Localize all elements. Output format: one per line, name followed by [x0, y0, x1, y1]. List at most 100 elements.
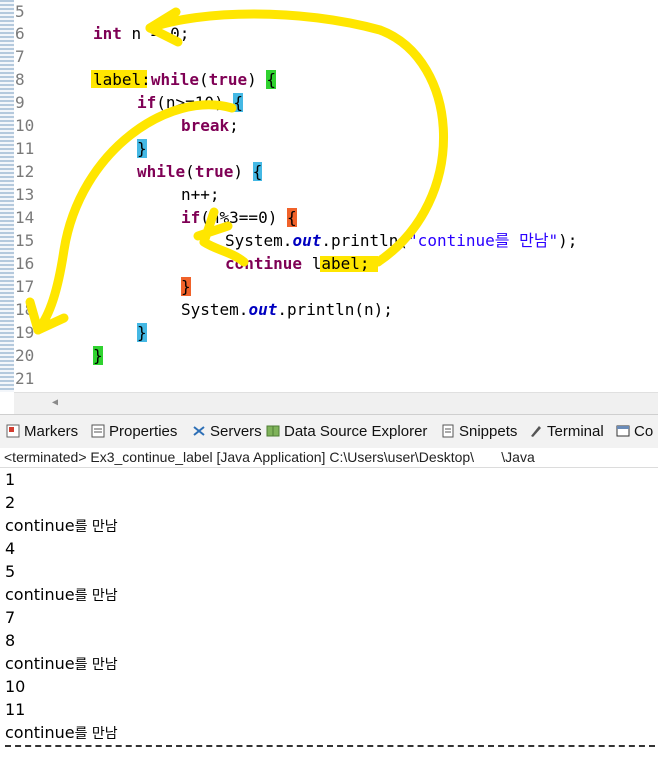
console-line: 4	[5, 537, 15, 560]
code-text: )	[233, 162, 253, 181]
console-header: <terminated> Ex3_continue_label [Java Ap…	[0, 448, 658, 468]
tab-properties[interactable]: Properties	[91, 421, 177, 443]
console-line: 5	[5, 560, 15, 583]
code-line: int n = 0;	[93, 22, 189, 45]
code-text: ;	[359, 254, 370, 273]
keyword: while	[150, 70, 199, 89]
keyword: int	[93, 24, 122, 43]
console-icon	[616, 425, 630, 437]
console-line: continue를 만남	[5, 514, 118, 539]
bracket-marker: {	[252, 162, 263, 181]
scroll-left-icon[interactable]: ◀	[52, 397, 58, 408]
views-tab-bar: Markers Properties Servers Data Source E…	[0, 414, 658, 449]
code-text: n++;	[181, 185, 220, 204]
code-line: System.out.println(n);	[181, 298, 393, 321]
bracket-marker: {	[286, 208, 297, 227]
console-line: 7	[5, 606, 15, 629]
code-text: (	[185, 162, 195, 181]
console-separator	[5, 745, 655, 747]
console-text: 10	[5, 677, 26, 696]
console-text: 를 만남	[74, 657, 118, 673]
tab-label: Data Source Explorer	[284, 423, 428, 440]
code-line: if(n>=10) {	[137, 91, 243, 114]
code-line: label:while(true) {	[93, 68, 277, 91]
code-editor[interactable]: 5 6 7 8 9 10 11 12 13 14 15 16 17 18 19 …	[0, 0, 658, 392]
console-line: 1	[5, 468, 15, 491]
tab-label: Co	[634, 423, 654, 440]
code-text: .println(	[321, 231, 409, 250]
code-text: )	[247, 70, 267, 89]
tab-data-source-explorer[interactable]: Data Source Explorer	[266, 421, 427, 443]
code-text: System.	[225, 231, 293, 250]
code-text: .println(n);	[277, 300, 393, 319]
tab-label: Snippets	[459, 423, 518, 440]
console-text: continue	[5, 585, 75, 604]
bracket-marker: }	[93, 346, 103, 365]
code-line: }	[93, 344, 103, 367]
keyword: continue	[225, 254, 303, 273]
code-line: continue label;	[225, 252, 370, 275]
code-line: break;	[181, 114, 239, 137]
properties-icon	[91, 424, 105, 438]
console-line: 2	[5, 491, 15, 514]
bracket-marker: }	[137, 323, 147, 342]
tab-terminal[interactable]: Terminal	[529, 421, 604, 443]
tab-label: Servers	[210, 423, 262, 440]
code-lines: int n = 0; label:while(true) { if(n>=10)…	[0, 0, 658, 392]
code-line: }	[137, 137, 147, 160]
tab-markers[interactable]: Markers	[6, 421, 78, 443]
console-text: continue	[5, 723, 75, 742]
tab-label: Markers	[24, 423, 79, 440]
tab-servers[interactable]: Servers	[192, 421, 262, 443]
code-line: if(n%3==0) {	[181, 206, 297, 229]
field-out: out	[292, 231, 322, 250]
keyword: true	[194, 162, 234, 181]
console-text: 8	[5, 631, 16, 650]
tab-console[interactable]: Co	[616, 421, 653, 443]
tab-snippets[interactable]: Snippets	[441, 421, 517, 443]
console-output[interactable]: 1 2 continue를 만남 4 5 continue를 만남 7 8 co…	[0, 468, 658, 765]
console-line: 11	[5, 698, 25, 721]
console-text: 를 만남	[74, 588, 118, 604]
horizontal-scrollbar[interactable]: ◀	[14, 392, 658, 415]
tab-label: Properties	[109, 423, 178, 440]
code-text: (n%3==0)	[200, 208, 287, 227]
code-text: :	[141, 70, 151, 89]
code-text: );	[558, 231, 578, 250]
code-text: ;	[229, 116, 239, 135]
servers-icon	[193, 426, 205, 436]
bracket-marker: {	[233, 93, 243, 112]
terminal-icon	[531, 426, 541, 437]
data-source-icon	[266, 425, 280, 437]
console-text: 2	[5, 493, 16, 512]
code-line: while(true) {	[137, 160, 263, 183]
console-text: 5	[5, 562, 16, 581]
keyword: break	[181, 116, 230, 135]
label-token: label	[93, 70, 142, 89]
label-token: label	[311, 254, 360, 273]
console-text: 를 만남	[74, 726, 118, 742]
code-line: n++;	[181, 183, 220, 206]
console-line: continue를 만남	[5, 652, 118, 677]
code-line: System.out.println("continue를 만남");	[225, 229, 577, 252]
snippets-icon	[442, 424, 454, 438]
code-text: System.	[181, 300, 249, 319]
bracket-marker: }	[137, 139, 147, 158]
console-line: 10	[5, 675, 25, 698]
console-text: 11	[5, 700, 26, 719]
code-text: (	[198, 70, 209, 89]
bracket-marker: {	[266, 70, 277, 89]
bracket-marker: }	[181, 277, 191, 296]
code-line: }	[137, 321, 147, 344]
console-text: continue	[5, 516, 75, 535]
field-out: out	[248, 300, 278, 319]
console-line: continue를 만남	[5, 721, 118, 746]
console-text: 7	[5, 608, 16, 627]
string-literal: "continue를 만남"	[408, 231, 559, 250]
tab-label: Terminal	[547, 423, 604, 440]
code-text: (n>=10)	[156, 93, 234, 112]
console-line: continue를 만남	[5, 583, 118, 608]
keyword: while	[137, 162, 186, 181]
console-title: <terminated> Ex3_continue_label [Java Ap…	[4, 449, 535, 465]
